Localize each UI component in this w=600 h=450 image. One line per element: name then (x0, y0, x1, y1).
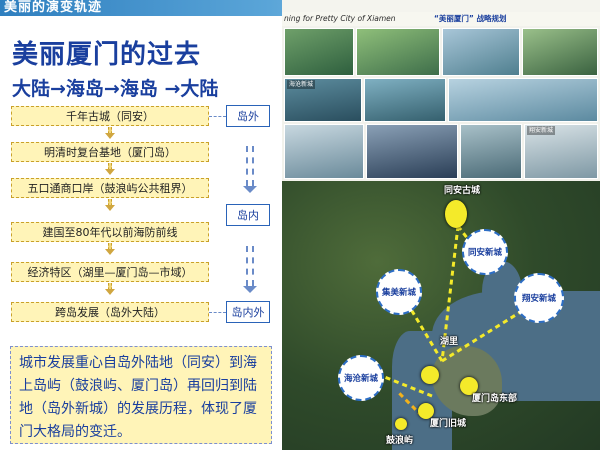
rendering-photo (442, 28, 520, 76)
stage-box-2: 明清时复台基地（厦门岛） (11, 142, 209, 162)
map-circle-xiangan-new-city: 翔安新城 (514, 273, 564, 323)
banner-title: 美丽的演变轨迹 (4, 0, 103, 15)
rendering-photo (460, 124, 522, 179)
map-label-east-island: 厦门岛东部 (472, 394, 518, 404)
rendering-photo (284, 124, 364, 179)
right-panel: ning for Pretty City of Xiamen “美丽厦门” 战略… (282, 0, 600, 450)
photo-label: 海沧新城 (287, 80, 316, 89)
side-arrow (246, 246, 254, 286)
stage-box-5: 经济特区（湖里—厦门岛—市域） (11, 262, 209, 282)
photo-collage: 海沧新城 翔安新城 (282, 26, 600, 181)
flow-arrow-head (105, 289, 115, 295)
plan-header-chinese: “美丽厦门” 战略规划 (434, 14, 507, 23)
summary-box: 城市发展重心自岛外陆地（同安）到海上岛屿（鼓浪屿、厦门岛）再回归到陆地（岛外新城… (10, 346, 272, 444)
map-dot-gulangyu (395, 418, 407, 430)
plan-header-english: ning for Pretty City of Xiamen (284, 14, 396, 23)
map-label-huli: 湖里 (440, 337, 459, 347)
rendering-photo (448, 78, 598, 122)
map-label-tongan-old-city: 同安古城 (444, 186, 481, 196)
rendering-photo: 翔安新城 (524, 124, 598, 179)
tag-dao-wai: 岛外 (226, 105, 270, 127)
map-circle-tongan-new-city: 同安新城 (462, 229, 508, 275)
tag-connector (209, 116, 226, 117)
side-arrow-head (243, 286, 257, 293)
stage-box-6: 跨岛发展（岛外大陆） (11, 302, 209, 322)
stage-box-3: 五口通商口岸（鼓浪屿公共租界） (11, 178, 209, 198)
rendering-photo (522, 28, 598, 76)
page-title: 美丽厦门的过去 (12, 40, 202, 70)
side-arrow-head (243, 186, 257, 193)
map-dot-tongan (445, 200, 467, 228)
map-circle-jimei-new-city: 集美新城 (376, 269, 422, 315)
tag-dao-nei: 岛内 (226, 204, 270, 226)
stage-box-4: 建国至80年代以前海防前线 (11, 222, 209, 242)
flow-arrow-head (105, 249, 115, 255)
flow-arrow-head (105, 205, 115, 211)
stage-box-1: 千年古城（同安） (11, 106, 209, 126)
map-label-old-city: 厦门旧城 (430, 419, 467, 429)
rendering-photo (356, 28, 440, 76)
map-circle-haicang-new-city: 海沧新城 (338, 355, 384, 401)
plan-header: ning for Pretty City of Xiamen “美丽厦门” 战略… (282, 12, 600, 26)
tag-dao-nei-wai: 岛内外 (226, 301, 270, 323)
page-subtitle: 大陆→海岛→海岛 →大陆 (12, 78, 219, 100)
plan-top-strip (282, 0, 600, 12)
map-label-gulangyu: 鼓浪屿 (386, 436, 414, 446)
side-arrow (246, 146, 254, 186)
rendering-photo (366, 124, 458, 179)
map-dot-huli (421, 366, 439, 384)
left-panel: 美丽厦门的过去 大陆→海岛→海岛 →大陆 千年古城（同安） 明清时复台基地（厦门… (0, 16, 282, 450)
tag-connector (209, 312, 226, 313)
rendering-photo: 海沧新城 (284, 78, 362, 122)
flow-arrow-head (105, 133, 115, 139)
satellite-map: 同安古城 同安新城 集美新城 翔安新城 海沧新城 湖里 厦门岛东部 厦门旧城 鼓… (282, 181, 600, 450)
rendering-photo (364, 78, 446, 122)
rendering-photo (284, 28, 354, 76)
photo-label: 翔安新城 (527, 126, 556, 135)
flow-arrow-head (105, 169, 115, 175)
